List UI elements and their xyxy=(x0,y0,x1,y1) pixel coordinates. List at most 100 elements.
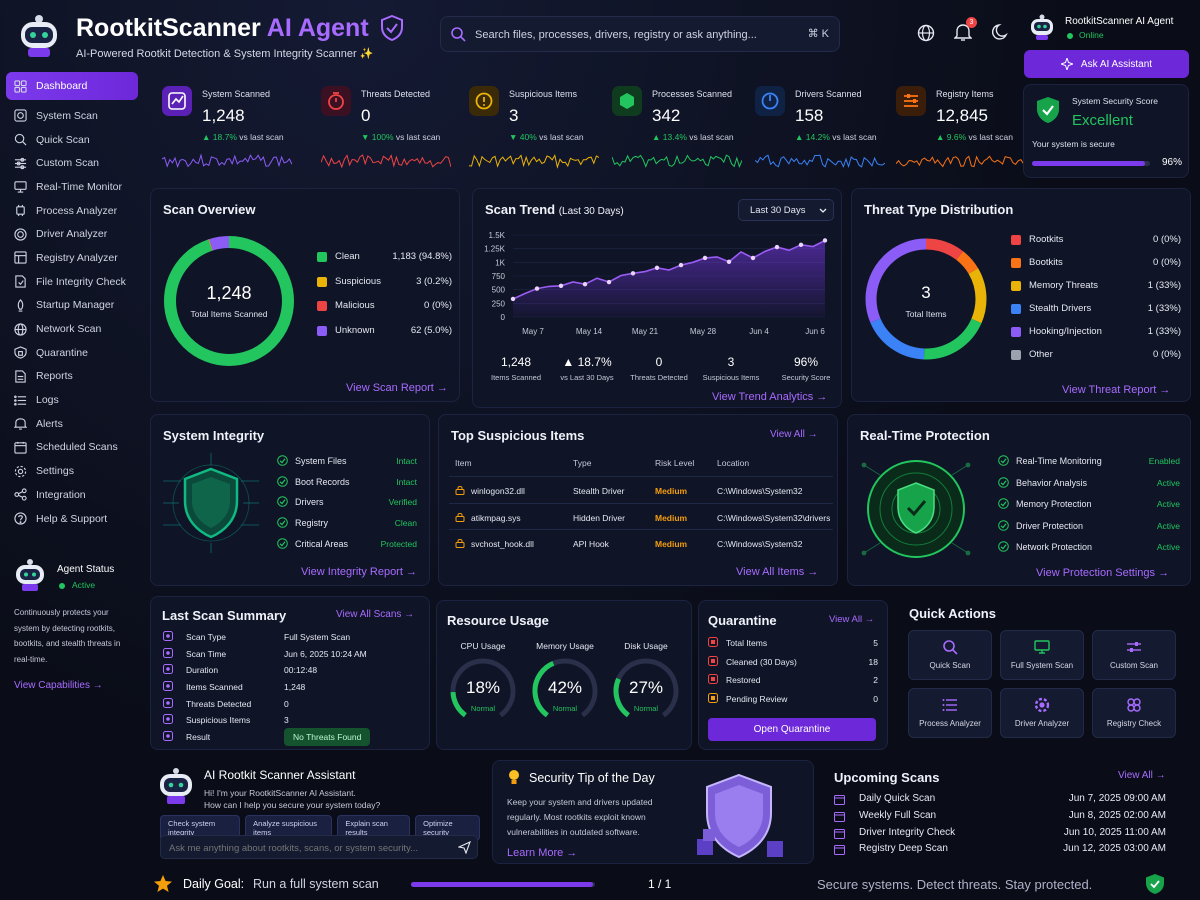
status-row: Driver Protection Active xyxy=(998,519,1180,542)
sidebar-item-file-integrity-check[interactable]: File Integrity Check xyxy=(6,270,138,294)
sidebar: Dashboard System Scan Quick Scan Custom Sca… xyxy=(6,72,138,530)
check-circle-icon xyxy=(998,541,1009,552)
trend-stat-value: 3 xyxy=(727,355,735,369)
agent-description: Continuously protects your system by det… xyxy=(14,608,121,664)
trend-point xyxy=(606,279,612,285)
sidebar-item-dashboard[interactable]: Dashboard xyxy=(6,72,138,100)
summary-value: 3 xyxy=(284,715,289,726)
suspicious-view-all[interactable]: View All → xyxy=(770,429,818,440)
resource-title: Resource Usage xyxy=(447,613,549,628)
trend-stat-label: Items Scanned xyxy=(490,373,542,382)
sidebar-item-reports[interactable]: Reports xyxy=(6,365,138,389)
sidebar-item-process-analyzer[interactable]: Process Analyzer xyxy=(6,199,138,223)
send-icon[interactable] xyxy=(458,841,471,854)
upcoming-name: Weekly Full Scan xyxy=(859,809,937,821)
calendar-icon xyxy=(834,795,845,805)
item-location: C:\Windows\System32\drivers xyxy=(717,512,831,523)
daily-goal-bar xyxy=(411,882,595,887)
quick-action-process-analyzer[interactable]: Process Analyzer xyxy=(908,688,992,738)
chart-up-icon xyxy=(162,86,192,116)
status-row: Drivers Verified xyxy=(277,496,417,517)
legend-value: 1 (33%) xyxy=(1147,326,1181,337)
check-circle-icon xyxy=(277,537,288,549)
legend-swatch xyxy=(1011,281,1021,291)
sidebar-item-network-scan[interactable]: Network Scan xyxy=(6,317,138,341)
upcoming-row[interactable]: Registry Deep Scan Jun 12, 2025 03:00 AM xyxy=(834,843,1176,860)
assistant-input[interactable] xyxy=(169,841,449,855)
view-integrity-report-link[interactable]: View Integrity Report → xyxy=(301,566,417,578)
quick-action-label: Quick Scan xyxy=(929,661,971,670)
summary-row: Result No Threats Found xyxy=(163,728,423,748)
view-protection-settings-link[interactable]: View Protection Settings → xyxy=(1036,567,1169,579)
sidebar-item-logs[interactable]: Logs xyxy=(6,388,138,412)
stat-card-drivers-scanned[interactable]: Drivers Scanned 158 ▲ 14.2% vs last scan xyxy=(755,82,890,176)
stat-card-suspicious-items[interactable]: Suspicious Items 3 ▼ 40% vs last scan xyxy=(469,82,604,176)
view-scan-report-link[interactable]: View Scan Report → xyxy=(346,382,448,394)
sidebar-item-quarantine[interactable]: Quarantine xyxy=(6,341,138,365)
summary-icon xyxy=(163,697,173,708)
quick-action-custom-scan[interactable]: Custom Scan xyxy=(1092,630,1176,680)
upcoming-view-all[interactable]: View All → xyxy=(1118,770,1166,781)
y-tick-label: 1.25K xyxy=(484,245,506,254)
gauge-icon xyxy=(755,86,785,116)
sidebar-item-integration[interactable]: Integration xyxy=(6,483,138,507)
table-row[interactable]: svchost_hook.dll API Hook Medium C:\Windows… xyxy=(449,530,833,557)
search-bar[interactable]: ⌘ K xyxy=(440,16,840,52)
sidebar-item-system-scan[interactable]: System Scan xyxy=(6,104,138,128)
view-capabilities-link[interactable]: View Capabilities → xyxy=(14,680,103,691)
view-all-items-link[interactable]: View All Items → xyxy=(736,566,818,578)
upcoming-row[interactable]: Driver Integrity Check Jun 10, 2025 11:00… xyxy=(834,827,1176,844)
sidebar-item-custom-scan[interactable]: Custom Scan xyxy=(6,151,138,175)
sidebar-item-registry-analyzer[interactable]: Registry Analyzer xyxy=(6,246,138,270)
stat-card-system-scanned[interactable]: System Scanned 1,248 ▲ 18.7% vs last scan xyxy=(162,82,297,176)
item-type: Stealth Driver xyxy=(573,486,625,496)
robot-logo-icon xyxy=(21,15,57,57)
quick-action-driver-analyzer[interactable]: Driver Analyzer xyxy=(1000,688,1084,738)
upcoming-row[interactable]: Weekly Full Scan Jun 8, 2025 02:00 AM xyxy=(834,810,1176,827)
sidebar-item-scheduled-scans[interactable]: Scheduled Scans xyxy=(6,436,138,460)
view-all-scans-link[interactable]: View All Scans → xyxy=(336,609,414,620)
sidebar-item-driver-analyzer[interactable]: Driver Analyzer xyxy=(6,222,138,246)
resource-gauges: CPU Usage 18% Normal Memory Usage 42% Normal D… xyxy=(437,641,693,741)
quick-action-full-system-scan[interactable]: Full System Scan xyxy=(1000,630,1084,680)
assistant-input-box[interactable] xyxy=(160,835,478,859)
quick-action-quick-scan[interactable]: Quick Scan xyxy=(908,630,992,680)
summary-icon xyxy=(163,681,173,692)
upcoming-row[interactable]: Daily Quick Scan Jun 7, 2025 09:00 AM xyxy=(834,793,1176,810)
sidebar-item-startup-manager[interactable]: Startup Manager xyxy=(6,294,138,318)
sidebar-item-help-support[interactable]: Help & Support xyxy=(6,507,138,531)
sidebar-item-alerts[interactable]: Alerts xyxy=(6,412,138,436)
view-threat-report-link[interactable]: View Threat Report → xyxy=(1062,384,1170,396)
view-trend-analytics-link[interactable]: View Trend Analytics → xyxy=(712,391,827,403)
range-dropdown[interactable]: Last 30 Days xyxy=(738,199,834,221)
legend-swatch xyxy=(1011,327,1021,337)
stat-card-registry-items[interactable]: Registry Items 12,845 ▲ 9.6% vs last scan xyxy=(896,82,1031,176)
lock-icon xyxy=(455,512,465,522)
trend-stat-value: 0 xyxy=(655,355,663,369)
column-header: Risk Level xyxy=(655,458,695,468)
stat-change-value: ▲ 13.4% xyxy=(652,132,687,142)
sidebar-item-real-time-monitor[interactable]: Real-Time Monitor xyxy=(6,175,138,199)
sparkline xyxy=(162,153,292,168)
ask-ai-button[interactable]: Ask AI Assistant xyxy=(1024,50,1189,78)
table-row[interactable]: atikmpag.sys Hidden Driver Medium C:\Window… xyxy=(449,504,833,530)
quick-action-registry-check[interactable]: Registry Check xyxy=(1092,688,1176,738)
table-row[interactable]: winlogon32.dll Stealth Driver Medium C:\Win… xyxy=(449,477,833,504)
sidebar-item-settings[interactable]: Settings xyxy=(6,459,138,483)
quarantine-title: Quarantine xyxy=(708,613,777,628)
stat-card-threats-detected[interactable]: Threats Detected 0 ▼ 100% vs last scan xyxy=(321,82,456,176)
learn-more-link[interactable]: Learn More → xyxy=(507,847,577,859)
open-quarantine-button[interactable]: Open Quarantine xyxy=(708,718,876,741)
stat-label: Suspicious Items xyxy=(509,89,578,99)
legend-value: 1 (33%) xyxy=(1147,280,1181,291)
globe-icon[interactable] xyxy=(917,24,935,42)
search-input[interactable] xyxy=(475,25,785,45)
user-avatar[interactable] xyxy=(1028,13,1056,41)
assistant-line1: Hi! I'm your RootkitScanner AI Assistant… xyxy=(204,788,356,798)
moon-icon[interactable] xyxy=(992,23,1010,41)
threat-legend-item: Memory Threats 1 (33%) xyxy=(1011,280,1181,303)
quarantine-view-all[interactable]: View All → xyxy=(829,614,874,625)
stat-card-processes-scanned[interactable]: Processes Scanned 342 ▲ 13.4% vs last scan xyxy=(612,82,747,176)
sidebar-item-quick-scan[interactable]: Quick Scan xyxy=(6,128,138,152)
status-label: Registry xyxy=(295,518,329,529)
